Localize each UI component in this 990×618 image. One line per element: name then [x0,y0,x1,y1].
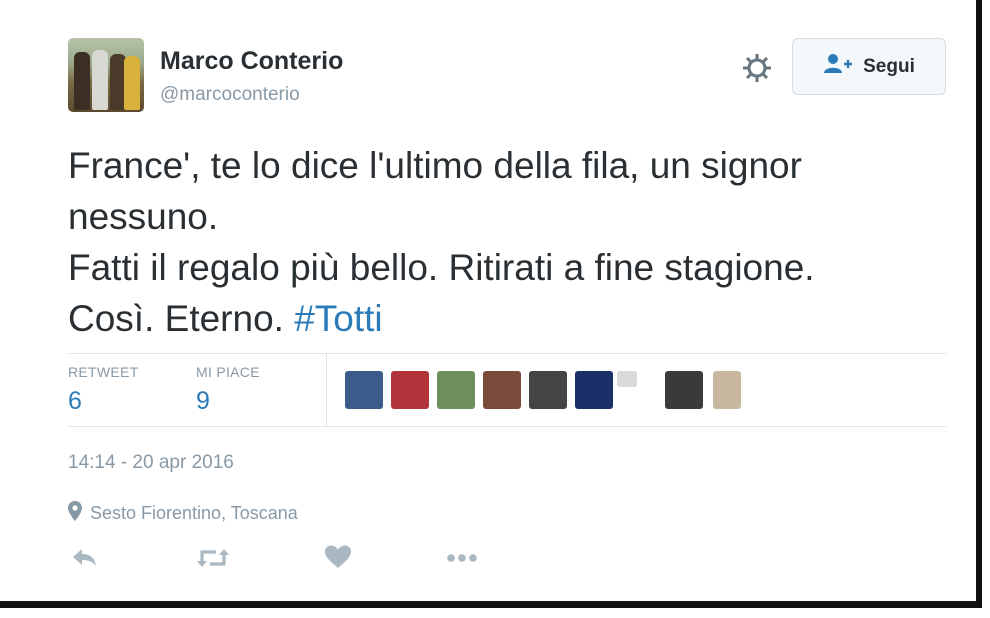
heart-icon[interactable] [324,544,354,572]
hashtag-link[interactable]: #Totti [294,298,382,339]
liker-avatar-9[interactable] [713,371,741,409]
retweet-icon[interactable] [196,544,230,572]
add-user-icon [823,53,853,80]
user-handle[interactable]: @marcoconterio [160,84,300,106]
liker-avatar-4[interactable] [483,371,521,409]
avatar-figure [92,50,108,110]
divider [68,353,946,354]
gear-icon[interactable] [741,52,773,84]
user-avatar[interactable] [68,38,144,112]
liker-avatar-8[interactable] [665,371,703,409]
follow-button-label: Segui [863,55,915,77]
tweet-text-line: Fatti il regalo più bello. Ritirati a fi… [68,247,815,288]
tweet-text-fragment: Così. Eterno. [68,298,295,339]
tweet-location[interactable]: Sesto Fiorentino, Toscana [68,501,298,526]
user-display-name[interactable]: Marco Conterio [160,47,343,76]
tweet-text-line: Così. Eterno. #Totti [68,293,948,344]
avatar-figure [124,56,140,110]
liker-avatar-7[interactable] [617,371,637,387]
divider [326,354,327,427]
liker-avatar-1[interactable] [345,371,383,409]
likes-stat-count[interactable]: 9 [196,387,210,416]
reply-icon[interactable] [70,544,100,572]
liker-avatar-6[interactable] [575,371,613,409]
tweet-text: France', te lo dice l'ultimo della fila,… [68,140,948,344]
retweet-stat-count[interactable]: 6 [68,387,82,416]
liker-avatar-5[interactable] [529,371,567,409]
likes-stat-label[interactable]: MI PIACE [196,364,260,380]
retweet-stat-label[interactable]: RETWEET [68,364,139,380]
tweet-timestamp[interactable]: 14:14 - 20 apr 2016 [68,452,234,474]
location-pin-icon [68,501,82,526]
more-icon[interactable] [446,544,480,572]
location-text: Sesto Fiorentino, Toscana [90,503,298,523]
tweet-card: Marco Conterio @marcoconterio Segui Fran… [0,0,982,608]
liker-avatar-3[interactable] [437,371,475,409]
liker-avatar-2[interactable] [391,371,429,409]
avatar-figure [74,52,90,110]
tweet-text-line: nessuno. [68,196,219,237]
follow-button[interactable]: Segui [792,38,946,95]
divider [68,426,946,427]
tweet-text-line: France', te lo dice l'ultimo della fila,… [68,145,802,186]
